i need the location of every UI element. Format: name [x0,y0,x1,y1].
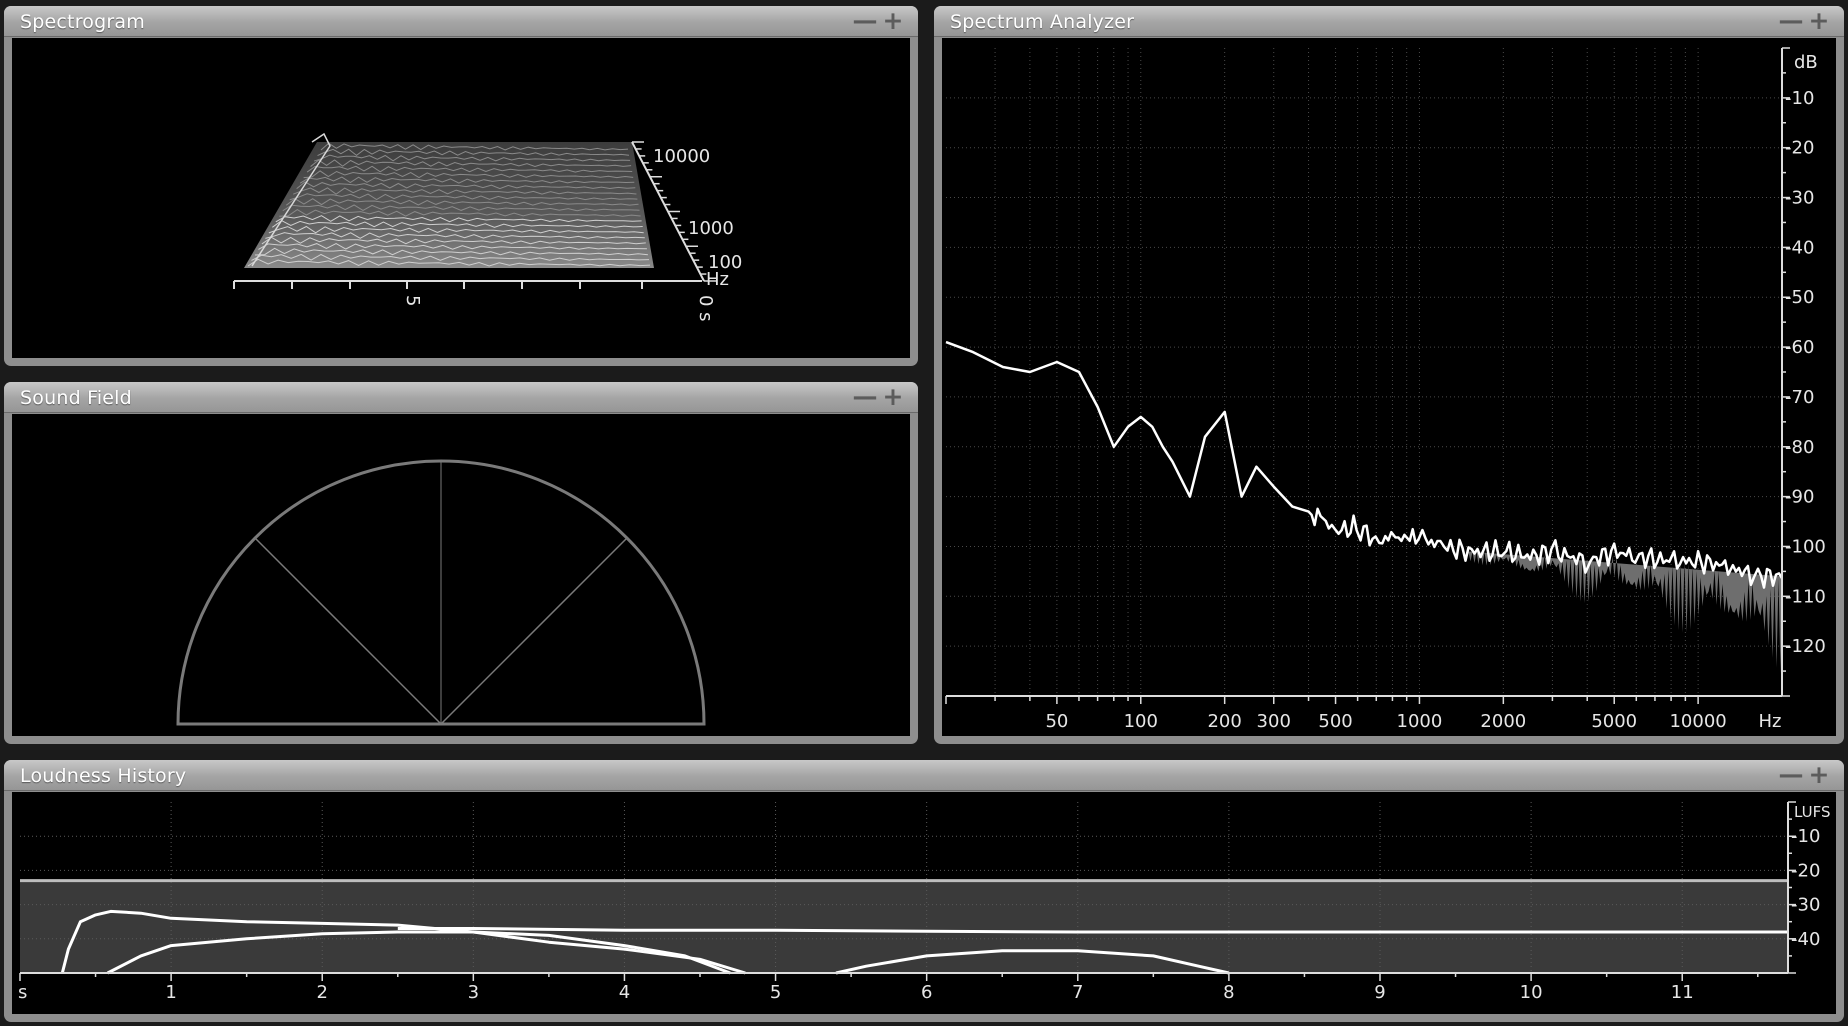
time-axis-ticks [233,281,643,289]
maximize-button[interactable]: + [880,384,906,409]
db-tick-label: -100 [1785,536,1826,557]
maximize-button[interactable]: + [1806,8,1832,33]
time-tick-label: 9 [1374,982,1385,1003]
panel-title: Loudness History [20,765,187,787]
spectrum-line [945,340,1784,589]
sound-field-header[interactable]: Sound Field — + [4,382,918,413]
time-tick-label: 7 [1072,982,1083,1003]
db-tick-label: -70 [1785,387,1814,408]
spectrum-analyzer-view[interactable]: dB -10 -20 -30 -40 -50 -60 -70 -80 -90 -100 -110 -1… [942,38,1836,736]
panel-title: Sound Field [20,387,132,409]
time-tick-label: 1 [165,982,176,1003]
hz-tick-label: 500 [1318,711,1352,732]
hz-tick-label: 1000 [1397,711,1443,732]
db-tick-label: -60 [1785,337,1814,358]
db-unit-label: dB [1794,52,1818,73]
sound-field-panel: Sound Field — + [4,382,918,744]
hz-tick-label: 100 [1124,711,1158,732]
spectrum-analyzer-panel: Spectrum Analyzer — + dB -10 -20 -30 -40 -50… [934,6,1844,744]
loudness-plot: LUFS -10 -20 -30 -40 s 1 2 3 4 5 6 7 8 9 10 11 [18,801,1830,1003]
lufs-tick-label: -40 [1791,929,1820,950]
hz-tick-label: 200 [1207,711,1241,732]
sound-field-left-line [254,537,442,725]
minimize-button[interactable]: — [1778,8,1804,33]
sound-field-plot [176,459,706,726]
loudness-history-header[interactable]: Loudness History — + [4,760,1844,791]
spectrum-axes [945,47,1790,704]
lufs-tick-label: -10 [1791,826,1820,847]
panel-title: Spectrogram [20,11,145,33]
time-tick-label: 6 [921,982,932,1003]
lufs-tick-label: -20 [1791,860,1820,881]
hz-tick-label: 5000 [1591,711,1637,732]
db-tick-label: -90 [1785,487,1814,508]
time-tick-label: 3 [468,982,479,1003]
spectrogram-plot: 10000 1000 100 Hz 5 0 s [233,132,742,322]
db-tick-label: -110 [1785,586,1826,607]
time-tick-label: 2 [316,982,327,1003]
spectrogram-header[interactable]: Spectrogram — + [4,6,918,37]
hz-tick-label: 300 [1257,711,1291,732]
sound-field-right-line [440,537,628,725]
minimize-button[interactable]: — [1778,762,1804,787]
time-tick-label: 5 [402,295,423,306]
minimize-button[interactable]: — [852,8,878,33]
freq-unit-label: Hz [706,269,729,290]
maximize-button[interactable]: + [880,8,906,33]
spectrum-analyzer-header[interactable]: Spectrum Analyzer — + [934,6,1844,37]
db-tick-label: -40 [1785,237,1814,258]
freq-tick-label: 1000 [688,218,734,239]
spectrum-plot: dB -10 -20 -30 -40 -50 -60 -70 -80 -90 -100 -110 -1… [945,47,1826,732]
time-tick-label: 10 [1520,982,1543,1003]
db-tick-label: -10 [1785,88,1814,109]
hz-tick-label: 2000 [1480,711,1526,732]
loudness-history-panel: Loudness History — + LUFS -10 -20 -30 -40 s… [4,760,1844,1022]
panel-title: Spectrum Analyzer [950,11,1135,33]
hz-unit-label: Hz [1759,711,1782,732]
db-tick-label: -50 [1785,287,1814,308]
spectrogram-panel: Spectrogram — + 10000 1000 100 Hz 5 0 s [4,6,918,366]
db-tick-label: -20 [1785,138,1814,159]
lufs-unit-label: LUFS [1794,803,1830,821]
sound-field-view[interactable] [12,414,910,736]
spectrum-grid [946,48,1782,696]
maximize-button[interactable]: + [1806,762,1832,787]
time-tick-label: 0 s [695,295,716,322]
time-tick-label: 8 [1223,982,1234,1003]
time-tick-label: 11 [1671,982,1694,1003]
time-tick-label: 4 [619,982,630,1003]
hz-tick-label: 50 [1045,711,1068,732]
db-tick-label: -30 [1785,188,1814,209]
spectrogram-surface [244,142,654,268]
lufs-tick-label: -30 [1791,895,1820,916]
loudness-history-view[interactable]: LUFS -10 -20 -30 -40 s 1 2 3 4 5 6 7 8 9 10 11 [12,792,1836,1014]
db-tick-label: -120 [1785,636,1826,657]
time-unit-label: s [18,982,27,1003]
db-tick-label: -80 [1785,437,1814,458]
minimize-button[interactable]: — [852,384,878,409]
spectrogram-view[interactable]: 10000 1000 100 Hz 5 0 s [12,38,910,358]
time-tick-label: 5 [770,982,781,1003]
freq-tick-label: 10000 [653,146,710,167]
hz-tick-label: 10000 [1669,711,1726,732]
